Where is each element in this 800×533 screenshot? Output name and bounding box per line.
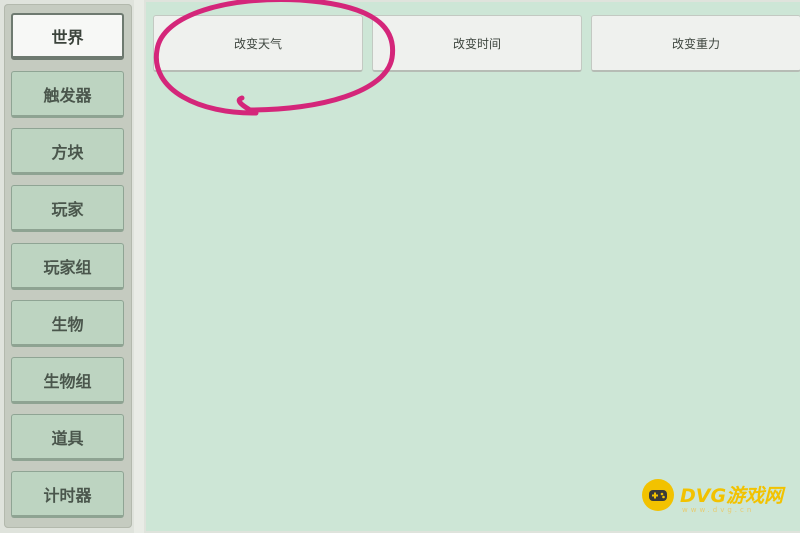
action-label: 改变重力 <box>671 36 720 51</box>
sidebar-item-label: 触发器 <box>43 85 92 105</box>
panel-divider <box>134 0 144 533</box>
sidebar-item-timer[interactable]: 计时器 <box>11 471 124 518</box>
sidebar-item-player-group[interactable]: 玩家组 <box>11 243 124 290</box>
sidebar-item-label: 玩家组 <box>43 257 92 277</box>
sidebar-item-label: 道具 <box>51 428 84 448</box>
sidebar-item-triggers[interactable]: 触发器 <box>11 71 124 118</box>
sidebar-item-label: 方块 <box>51 142 84 162</box>
sidebar-item-label: 计时器 <box>43 485 92 505</box>
action-label: 改变时间 <box>452 36 501 51</box>
sidebar-item-world[interactable]: 世界 <box>11 13 124 60</box>
sidebar-item-player[interactable]: 玩家 <box>11 185 124 232</box>
change-weather-button[interactable]: 改变天气 <box>153 15 363 72</box>
action-label: 改变天气 <box>233 36 282 51</box>
sidebar-item-creature[interactable]: 生物 <box>11 300 124 347</box>
sidebar-item-label: 生物组 <box>43 371 92 391</box>
change-time-button[interactable]: 改变时间 <box>372 15 582 72</box>
sidebar-item-label: 玩家 <box>51 199 84 219</box>
action-panel: 改变天气 改变时间 改变重力 <box>146 2 800 531</box>
sidebar-item-label: 世界 <box>51 27 84 47</box>
sidebar-item-items[interactable]: 道具 <box>11 414 124 461</box>
app-window: 世界 触发器 方块 玩家 玩家组 生物 生物组 道具 计时器 改变天气 改变时间… <box>0 0 800 533</box>
sidebar-item-creature-group[interactable]: 生物组 <box>11 357 124 404</box>
category-sidebar: 世界 触发器 方块 玩家 玩家组 生物 生物组 道具 计时器 <box>4 4 132 528</box>
sidebar-item-label: 生物 <box>51 314 84 334</box>
sidebar-item-blocks[interactable]: 方块 <box>11 128 124 175</box>
change-gravity-button[interactable]: 改变重力 <box>591 15 800 72</box>
